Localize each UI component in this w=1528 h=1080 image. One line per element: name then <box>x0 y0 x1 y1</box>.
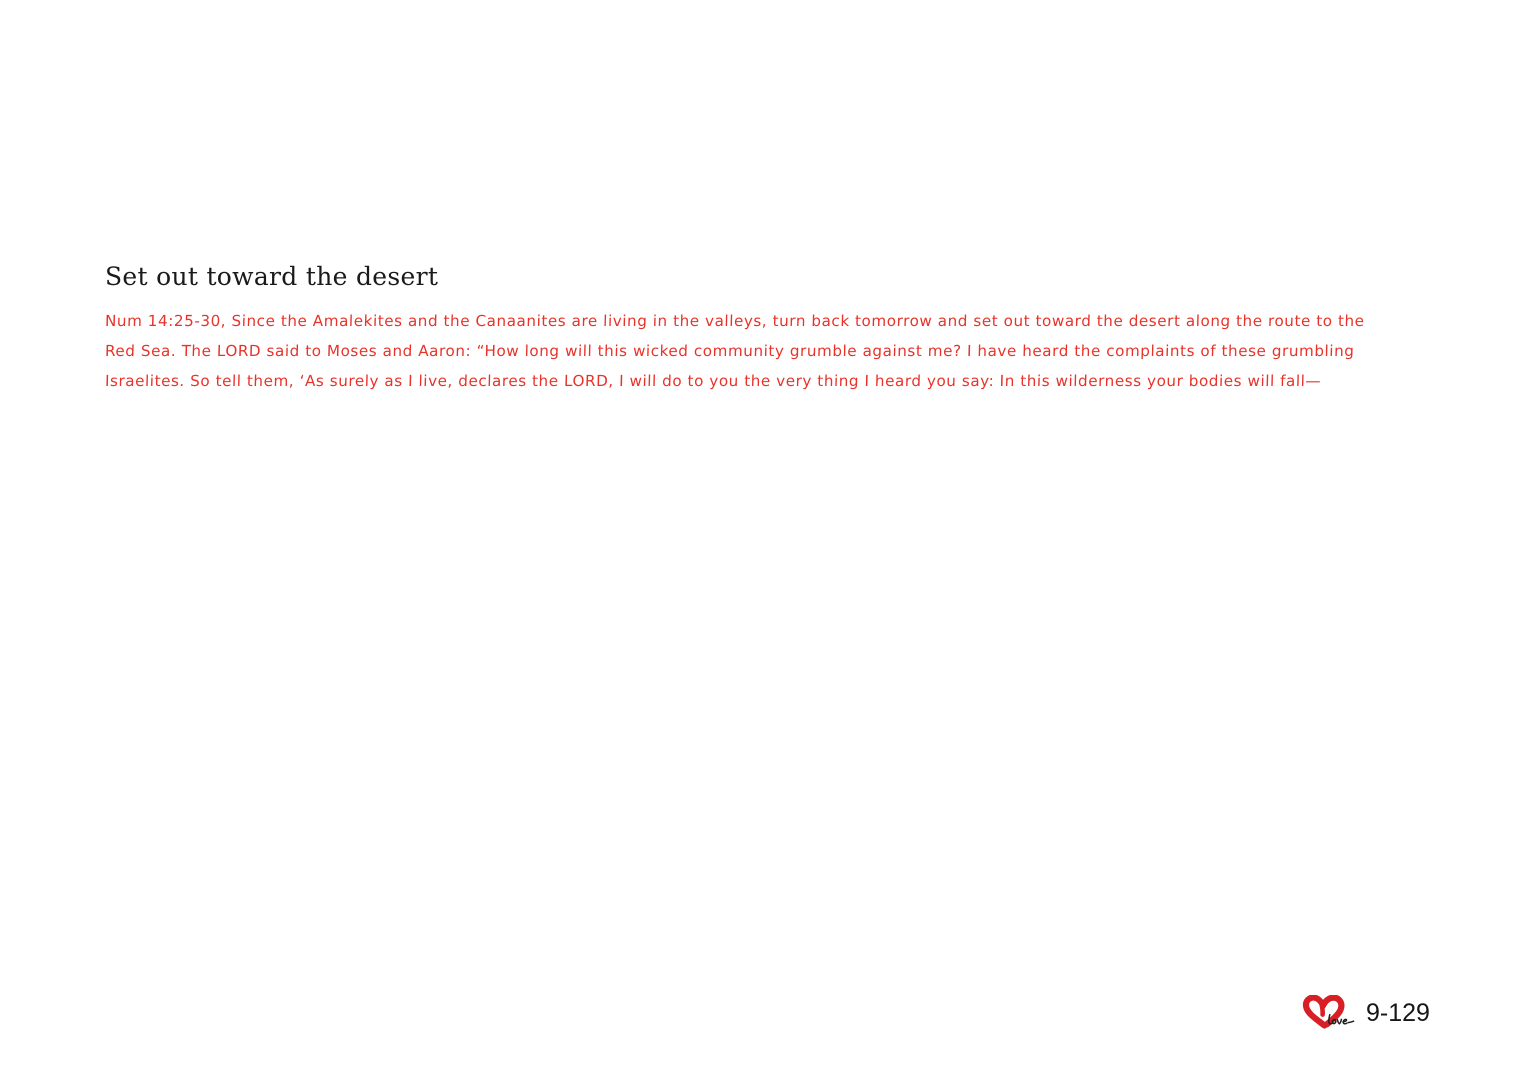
scripture-passage: Num 14:25-30, Since the Amalekites and t… <box>105 306 1435 396</box>
scripture-line: Num 14:25-30, Since the Amalekites and t… <box>104 312 1365 330</box>
page-title: Set out toward the desert <box>105 261 439 291</box>
love-brand-logo <box>1300 995 1362 1031</box>
scripture-line: Israelites. So tell them, ‘As surely as … <box>104 372 1322 390</box>
page-number: 9-129 <box>1366 998 1430 1027</box>
heart-icon <box>1302 995 1355 1029</box>
document-page: Set out toward the desert Num 14:25-30, … <box>0 0 1528 1080</box>
scripture-line: Red Sea. The LORD said to Moses and Aaro… <box>104 342 1355 360</box>
page-footer: 9-129 <box>1300 992 1430 1034</box>
